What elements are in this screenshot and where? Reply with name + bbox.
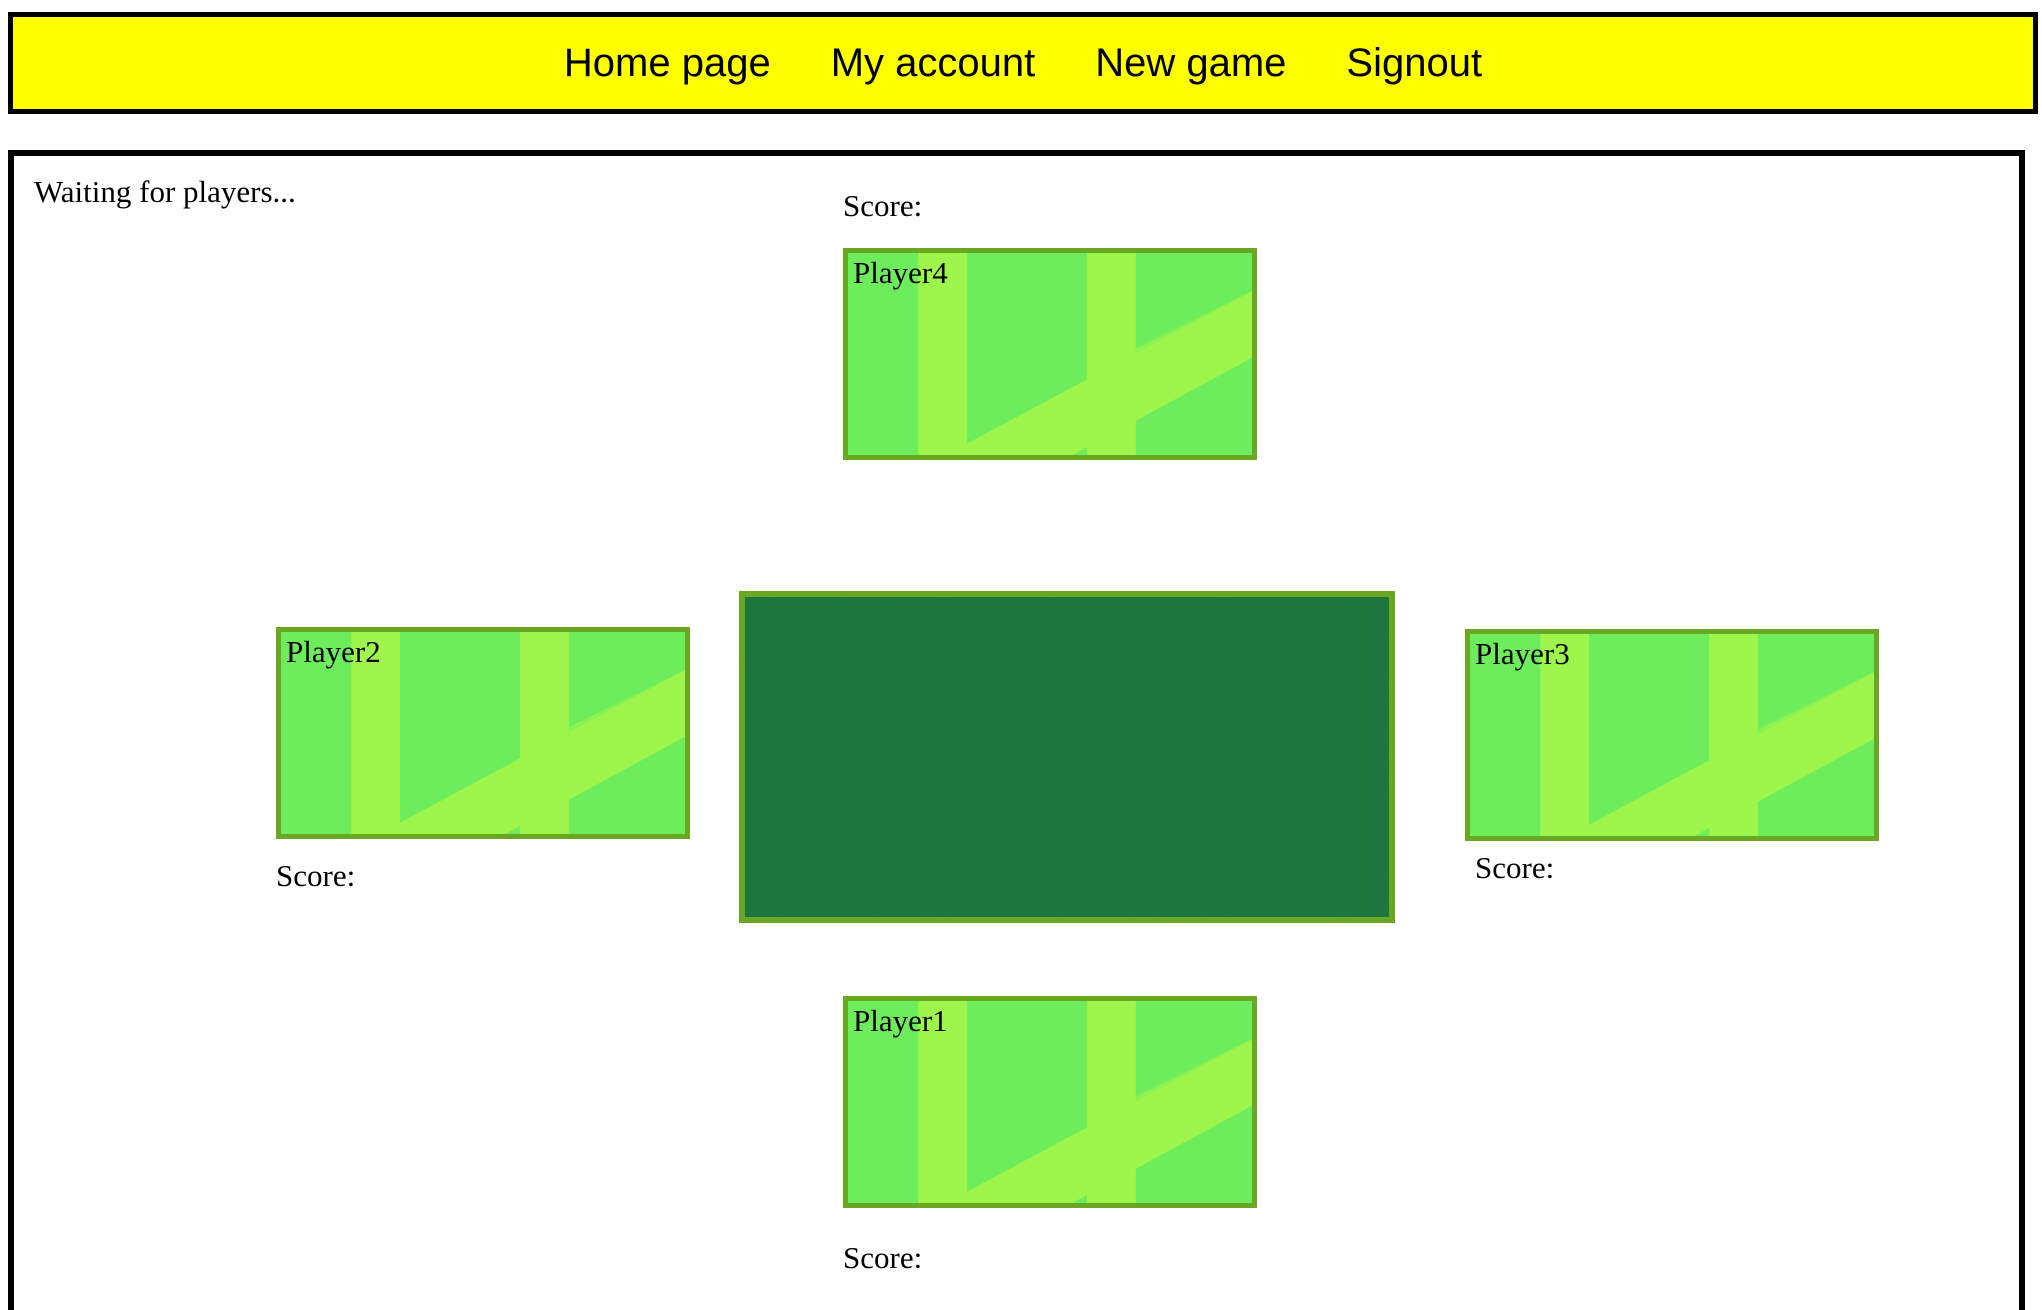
- player1-name: Player1: [853, 1003, 948, 1038]
- card-table-felt[interactable]: [739, 591, 1395, 923]
- top-nav-bar: Home page My account New game Signout: [8, 12, 2038, 114]
- player4-score-label: Score:: [843, 188, 923, 223]
- player2-name: Player2: [286, 634, 381, 669]
- player4-hand-area[interactable]: Player4: [843, 248, 1257, 460]
- player3-name: Player3: [1475, 636, 1570, 671]
- player1-hand-area[interactable]: Player1: [843, 996, 1257, 1208]
- player3-hand-area[interactable]: Player3: [1465, 629, 1879, 841]
- nav-my-account-link[interactable]: My account: [831, 41, 1036, 86]
- nav-home-page-link[interactable]: Home page: [564, 41, 771, 86]
- player1-score-label: Score:: [843, 1240, 923, 1275]
- nav-signout-link[interactable]: Signout: [1346, 41, 1482, 86]
- player2-score-label: Score:: [276, 858, 356, 893]
- felt-texture: [745, 597, 1389, 917]
- player3-score-label: Score:: [1475, 850, 1555, 885]
- nav-new-game-link[interactable]: New game: [1095, 41, 1286, 86]
- game-status-text: Waiting for players...: [34, 174, 296, 209]
- player2-hand-area[interactable]: Player2: [276, 627, 690, 839]
- player4-name: Player4: [853, 255, 948, 290]
